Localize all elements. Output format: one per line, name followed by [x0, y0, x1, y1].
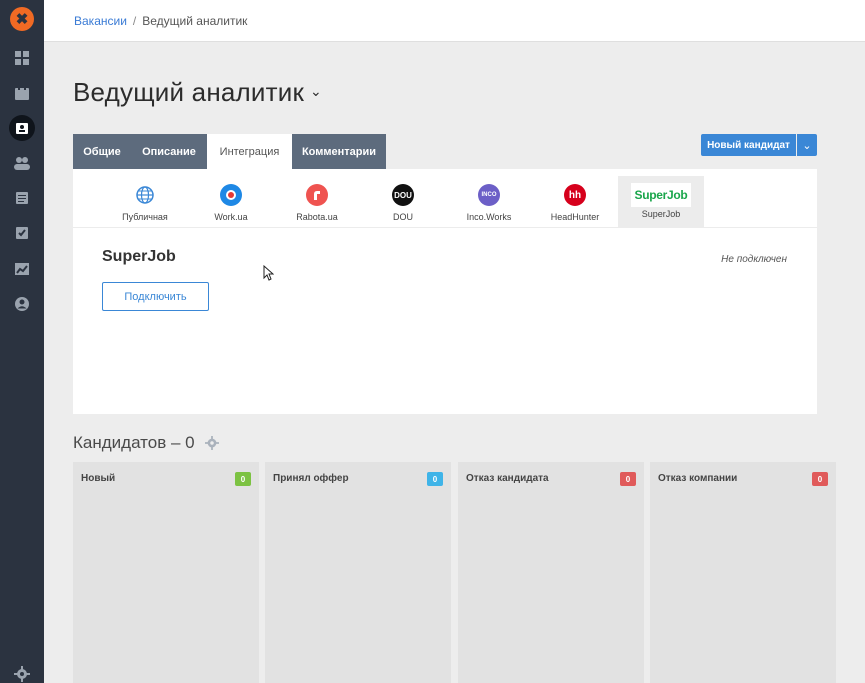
integration-label: Work.ua: [214, 212, 248, 222]
top-bar: Вакансии / Ведущий аналитик: [44, 0, 865, 42]
integration-label: Публичная: [122, 212, 168, 222]
integration-panel: Публичная Work.ua Rabota.ua DOU DOU INCO…: [73, 169, 817, 414]
integration-list: Публичная Work.ua Rabota.ua DOU DOU INCO…: [73, 169, 817, 228]
integration-label: Rabota.ua: [296, 212, 338, 222]
breadcrumb-separator: /: [132, 14, 137, 28]
breadcrumb: Вакансии / Ведущий аналитик: [74, 14, 247, 28]
dashboard-icon[interactable]: [12, 48, 32, 68]
profile-icon[interactable]: [12, 294, 32, 314]
page-title-text: Ведущий аналитик: [73, 77, 305, 107]
workua-icon: [220, 184, 242, 206]
chevron-down-icon: ⌄: [802, 139, 812, 152]
integration-dou[interactable]: DOU DOU: [360, 176, 446, 228]
library-icon[interactable]: [12, 188, 32, 208]
pipeline-column-candidate-rejected: Отказ кандидата 0: [458, 462, 644, 683]
integration-incoworks[interactable]: INCO Inco.Works: [446, 176, 532, 228]
integration-rabotaua[interactable]: Rabota.ua: [274, 176, 360, 228]
count-badge: 0: [620, 472, 636, 486]
tab-description[interactable]: Описание: [131, 134, 207, 169]
integration-label: SuperJob: [641, 209, 681, 219]
integration-superjob[interactable]: SuperJob SuperJob: [618, 176, 704, 228]
rabotaua-icon: [306, 184, 328, 206]
page-title[interactable]: Ведущий аналитик ⌄: [73, 77, 322, 108]
tab-integration[interactable]: Интеграция: [207, 134, 292, 169]
calendar-icon[interactable]: [12, 83, 32, 103]
mouse-cursor-icon: [263, 264, 275, 286]
dou-icon: DOU: [392, 184, 414, 206]
app-logo[interactable]: ✖: [10, 7, 34, 31]
integration-public[interactable]: Публичная: [102, 176, 188, 228]
integration-workua[interactable]: Work.ua: [188, 176, 274, 228]
breadcrumb-current: Ведущий аналитик: [142, 14, 248, 28]
sidebar: ✖: [0, 0, 44, 683]
chevron-down-icon[interactable]: ⌄: [310, 83, 322, 99]
column-title: Новый: [81, 473, 116, 484]
superjob-logo: SuperJob: [631, 183, 691, 207]
tasks-icon[interactable]: [12, 223, 32, 243]
globe-icon: [134, 184, 156, 206]
headhunter-icon: hh: [564, 184, 586, 206]
tab-general[interactable]: Общие: [73, 134, 131, 169]
column-title: Принял оффер: [273, 473, 349, 484]
breadcrumb-vacancies-link[interactable]: Вакансии: [74, 14, 127, 28]
vacancies-icon[interactable]: [9, 115, 35, 141]
integration-label: Inco.Works: [466, 212, 512, 222]
candidates-title: Кандидатов – 0: [73, 433, 195, 452]
new-candidate-button[interactable]: Новый кандидат: [701, 134, 796, 156]
integration-label: HeadHunter: [550, 212, 600, 222]
tab-comments[interactable]: Комментарии: [292, 134, 386, 169]
gear-icon[interactable]: [12, 664, 32, 683]
count-badge: 0: [812, 472, 828, 486]
integration-title: SuperJob: [102, 248, 176, 265]
candidates-settings-gear-icon[interactable]: [205, 436, 219, 455]
connect-button[interactable]: Подключить: [102, 282, 209, 311]
integration-headhunter[interactable]: hh HeadHunter: [532, 176, 618, 228]
integration-status: Не подключен: [721, 254, 787, 265]
analytics-icon[interactable]: [12, 259, 32, 279]
new-candidate-dropdown-button[interactable]: ⌄: [797, 134, 817, 156]
incoworks-icon: INCO: [478, 184, 500, 206]
count-badge: 0: [427, 472, 443, 486]
integration-label: DOU: [393, 212, 413, 222]
column-title: Отказ кандидата: [466, 473, 549, 484]
count-badge: 0: [235, 472, 251, 486]
users-icon[interactable]: [12, 153, 32, 173]
pipeline-column-company-rejected: Отказ компании 0: [650, 462, 836, 683]
pipeline-column-new: Новый 0: [73, 462, 259, 683]
pipeline-column-offer-accepted: Принял оффер 0: [265, 462, 451, 683]
column-title: Отказ компании: [658, 473, 738, 484]
